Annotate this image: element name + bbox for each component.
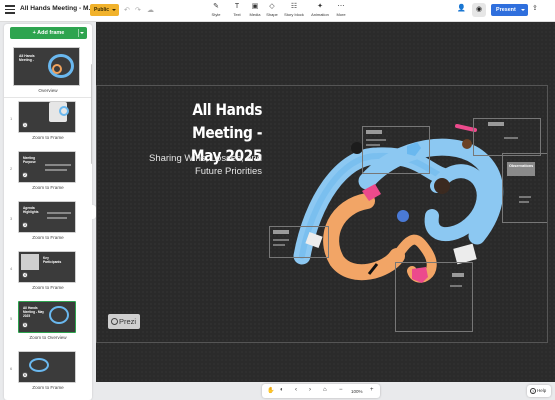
hand-tool-icon[interactable]: ✋ [267, 387, 274, 394]
tool-style[interactable]: ✎ Style [205, 3, 227, 17]
tool-shape[interactable]: ◇ Shape [261, 3, 283, 17]
frame-thumbnail: Agenda Highlights 3 [18, 201, 76, 233]
hamburger-menu-icon[interactable] [5, 5, 15, 15]
chevron-down-icon[interactable] [80, 32, 84, 34]
overview-thumbnail[interactable]: All Hands Meeting - [13, 47, 80, 86]
prezi-logo: Prezi [108, 314, 140, 329]
mini-frame[interactable] [473, 118, 541, 156]
home-icon[interactable]: ⌂ [323, 387, 327, 393]
frame-item[interactable]: 3 Agenda Highlights 3 Zoom to Frame [4, 198, 92, 247]
zoom-level[interactable]: 100% [351, 389, 363, 394]
frame-thumbnail: Key Participants 4 [18, 251, 76, 283]
sidebar-scrollbar[interactable] [91, 64, 92, 164]
chevron-down-icon [521, 9, 525, 11]
help-icon: ? [530, 388, 536, 394]
style-icon: ✎ [213, 3, 219, 10]
mini-frame[interactable] [362, 126, 430, 174]
help-button[interactable]: ? Help [527, 385, 551, 397]
tool-more[interactable]: ⋯ More [330, 3, 352, 17]
frames-sidebar: + Add frame All Hands Meeting - Overview… [4, 24, 92, 400]
frame-item[interactable]: 4 Key Participants 4 Zoom to Frame [4, 248, 92, 297]
frame-thumbnail: 6 [18, 351, 76, 383]
presentation-canvas[interactable]: All Hands Meeting - May 2025 Sharing Win… [96, 85, 548, 343]
frame-thumbnail: 1 [18, 101, 76, 133]
frame-item[interactable]: 6 6 Zoom to Frame [4, 348, 92, 397]
chevron-down-icon [112, 8, 116, 11]
frame-thumbnail: Meeting Purpose 2 [18, 151, 76, 183]
top-toolbar: All Hands Meeting - M... Public ↶ ↷ ☁ ✎ S… [0, 0, 555, 22]
cloud-saved-icon: ☁ [147, 7, 154, 14]
redo-icon[interactable]: ↷ [135, 6, 141, 14]
visibility-dropdown[interactable]: Public [90, 4, 119, 16]
preview-eye-icon[interactable]: ◉ [472, 3, 486, 17]
tool-animation[interactable]: ✦ Animation [309, 3, 331, 17]
frame-item[interactable]: 5 All Hands Meeting - May 2025 5 Zoom to… [4, 298, 92, 347]
frame-item[interactable]: 1 1 Zoom to Frame [4, 98, 92, 147]
present-button[interactable]: Present [491, 4, 528, 16]
frame-item[interactable]: 2 Meeting Purpose 2 Zoom to Frame [4, 148, 92, 197]
cursor-tool-icon[interactable]: ◐ [280, 387, 284, 393]
story-block-icon: ☷ [290, 3, 298, 10]
zoom-in-icon[interactable]: + [370, 387, 374, 393]
next-icon[interactable]: › [309, 387, 311, 393]
overview-label: Overview [38, 88, 58, 93]
frame-thumbnail-selected: All Hands Meeting - May 2025 5 [18, 301, 76, 333]
more-icon: ⋯ [337, 3, 345, 10]
zoom-out-icon[interactable]: − [339, 387, 343, 393]
mini-frame[interactable] [395, 262, 473, 332]
shape-icon: ◇ [269, 3, 275, 10]
collaborators-icon[interactable]: 👤 [457, 4, 466, 12]
add-frame-button[interactable]: + Add frame [10, 27, 87, 39]
tool-story-block[interactable]: ☷ Story block [283, 3, 305, 17]
mini-frame[interactable] [269, 226, 329, 258]
navigation-bar: ✋ ◐ ‹ › ⌂ − 100% + [262, 384, 380, 398]
animation-icon: ✦ [317, 3, 323, 10]
undo-icon[interactable]: ↶ [124, 6, 130, 14]
mini-frame-observations[interactable]: Observations [502, 153, 547, 223]
share-icon[interactable]: ⇪ [532, 4, 538, 12]
presentation-title[interactable]: All Hands Meeting - M... [20, 5, 94, 12]
previous-icon[interactable]: ‹ [295, 387, 297, 393]
